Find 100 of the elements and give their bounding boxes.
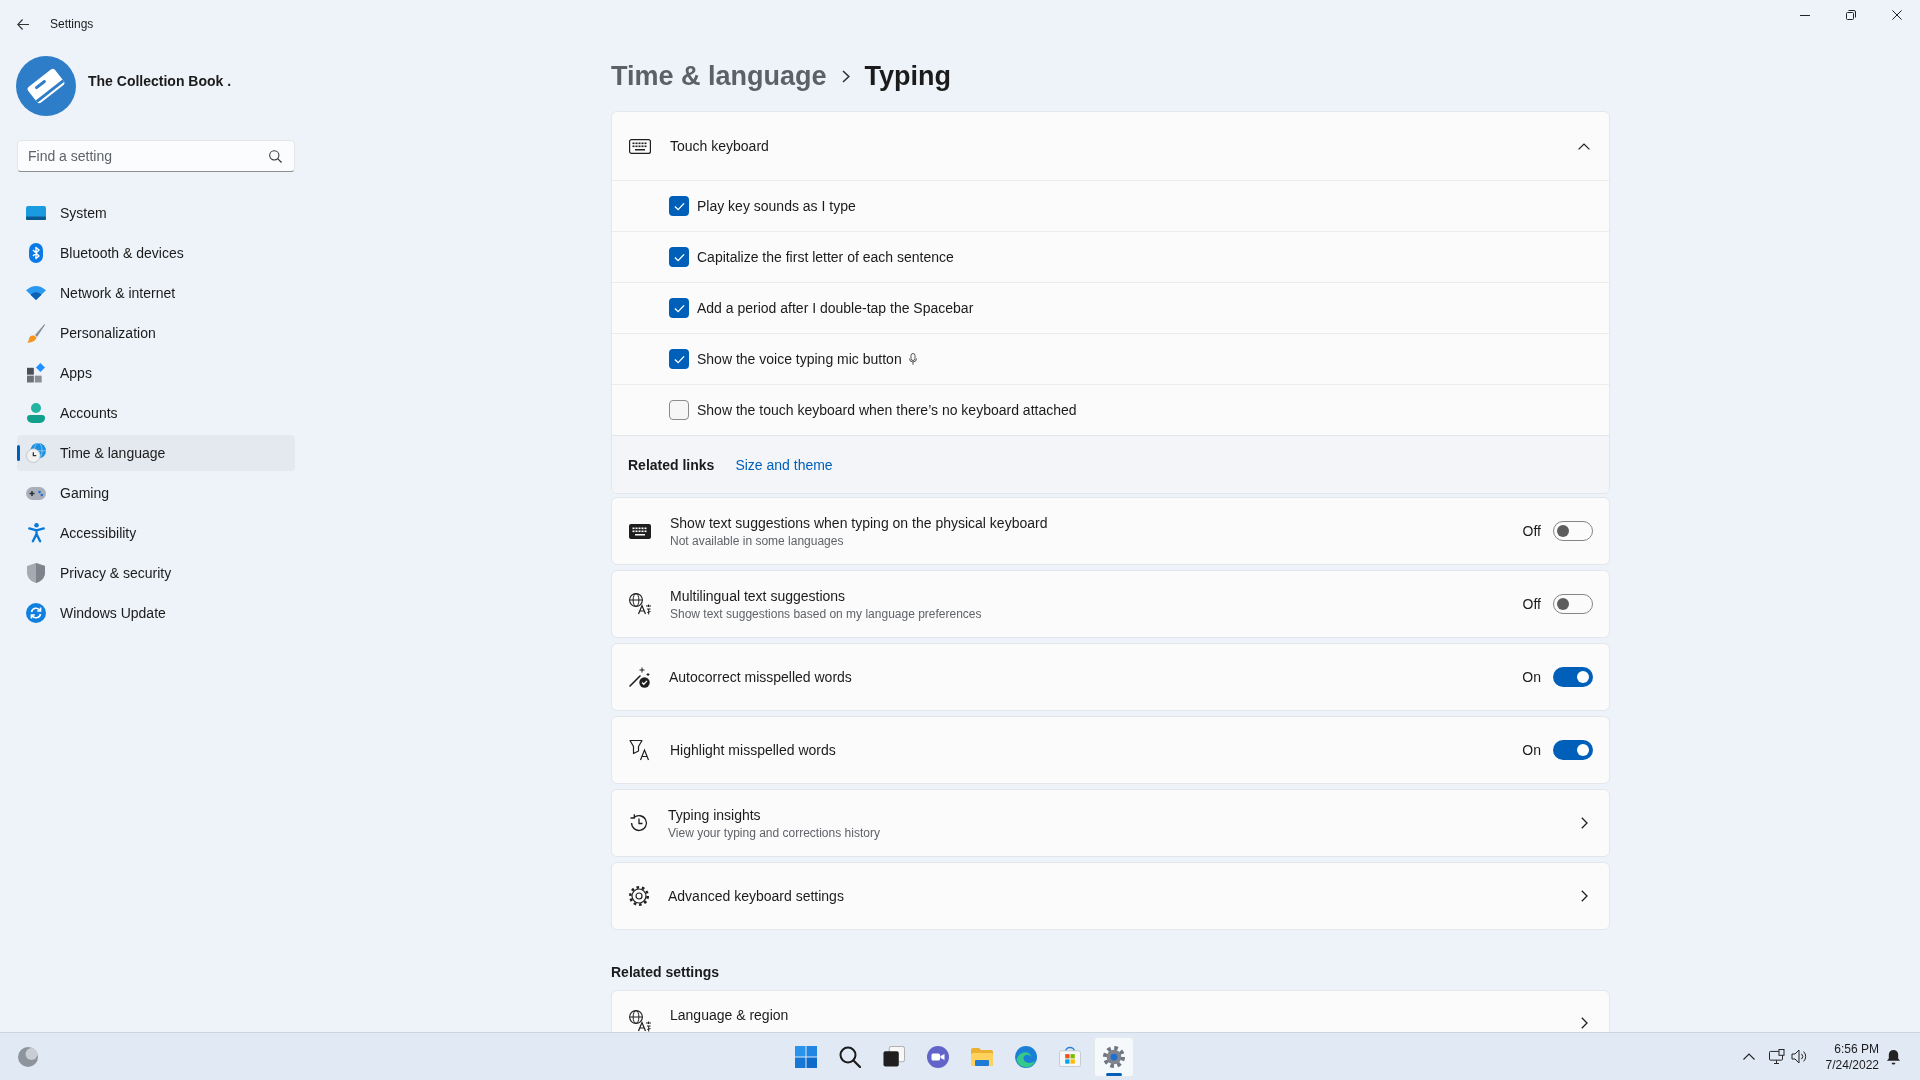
person-icon [27, 403, 45, 423]
chevron-up-icon[interactable] [1742, 1053, 1755, 1060]
setting-title: Typing insights [668, 805, 762, 824]
refresh-icon [26, 603, 46, 623]
book-avatar-icon [16, 56, 76, 116]
checkbox[interactable] [669, 196, 689, 216]
breadcrumb-link[interactable]: Time & language [611, 60, 827, 92]
restore-icon[interactable] [1846, 10, 1856, 20]
nav-item[interactable]: Accessibility [17, 515, 295, 551]
four-squares-icon [795, 1045, 817, 1068]
gamepad-icon [26, 486, 46, 500]
globe-language-icon [629, 593, 651, 615]
toggle-state-label: Off [1522, 523, 1541, 539]
back-arrow-icon[interactable] [17, 18, 29, 30]
folder-icon [971, 1047, 993, 1066]
chevron-right-icon [1581, 1017, 1588, 1029]
checkbox-label: Show the touch keyboard when there’s no keyboard attached [697, 402, 1077, 418]
setting-title: Show text suggestions when typing on the physical keyboard [670, 513, 1049, 532]
toggle-switch[interactable] [1553, 667, 1593, 687]
wifi-icon [26, 286, 46, 300]
setting-title: Language & region [670, 1006, 790, 1024]
setting-description: View your typing and corrections history [668, 824, 881, 841]
setting-description: Show text suggestions based on my language preferences [670, 605, 983, 622]
globe-language-icon [629, 1010, 651, 1032]
minimize-icon[interactable] [1800, 14, 1810, 16]
setting-title: Autocorrect misspelled words [669, 668, 853, 686]
bell-icon[interactable] [1886, 1048, 1901, 1065]
swirl-icon [1015, 1045, 1037, 1068]
checkmark-icon [673, 354, 685, 364]
bluetooth-icon [29, 243, 43, 263]
toggle-state-label: On [1522, 742, 1541, 758]
checkmark-icon [673, 303, 685, 313]
chevron-right-icon [1581, 817, 1588, 829]
checkbox-label: Play key sounds as I type [697, 198, 856, 214]
nav-item[interactable]: Accounts [17, 395, 295, 431]
setting-card[interactable]: Advanced keyboard settings [611, 862, 1610, 930]
setting-title: Highlight misspelled words [670, 741, 837, 759]
expander-title: Touch keyboard [670, 137, 770, 155]
selection-indicator [17, 445, 20, 461]
checkbox[interactable] [669, 247, 689, 267]
page-title: Typing [864, 60, 952, 92]
monitor-icon [26, 206, 46, 220]
highlighter-icon [629, 739, 651, 761]
window-title: Settings [50, 17, 94, 31]
checkbox[interactable] [669, 400, 689, 420]
video-chat-icon [927, 1045, 949, 1068]
toggle-switch[interactable] [1553, 740, 1593, 760]
app-tiles-icon [27, 363, 45, 383]
clock-time[interactable]: 6:56 PM [1834, 1040, 1879, 1057]
nav-item[interactable]: Windows Update [17, 595, 295, 631]
setting-card[interactable]: Language & region [611, 990, 1610, 1032]
globe-clock-icon [26, 443, 46, 463]
nav-item[interactable]: Personalization [17, 315, 295, 351]
setting-card[interactable]: Typing insights View your typing and corrections history [611, 789, 1610, 857]
keyboard-icon [629, 138, 651, 154]
search-icon [839, 1045, 861, 1068]
history-icon [629, 813, 649, 833]
stacked-squares-icon [883, 1046, 905, 1067]
nav-item[interactable]: Privacy & security [17, 555, 295, 591]
nav-item[interactable]: System [17, 195, 295, 231]
speaker-icon[interactable] [1790, 1049, 1807, 1064]
toggle-state-label: On [1522, 669, 1541, 685]
gear-icon [1103, 1045, 1125, 1068]
search-icon[interactable] [269, 150, 282, 163]
checkbox-label: Show the voice typing mic button [697, 351, 902, 367]
toggle-state-label: Off [1522, 596, 1541, 612]
checkbox-label: Capitalize the first letter of each sentence [697, 249, 954, 265]
search-field[interactable]: Find a setting [17, 140, 295, 172]
monitor-icon[interactable] [1768, 1049, 1785, 1064]
checkbox[interactable] [669, 349, 689, 369]
gear-icon [629, 886, 649, 906]
nav-item[interactable]: Network & internet [17, 275, 295, 311]
checkbox-label: Add a period after I double-tap the Spacebar [697, 300, 974, 316]
checkbox[interactable] [669, 298, 689, 318]
microphone-icon [908, 353, 917, 365]
nav-item[interactable]: Gaming [17, 475, 295, 511]
setting-title: Advanced keyboard settings [668, 887, 845, 905]
checkmark-icon [673, 201, 685, 211]
wand-check-icon [629, 666, 650, 688]
related-link[interactable]: Size and theme [735, 456, 833, 473]
setting-description: Not available in some languages [670, 532, 845, 549]
checkmark-icon [673, 252, 685, 262]
chevron-right-icon [841, 69, 850, 83]
account-name: The Collection Book . [88, 73, 232, 89]
nav-item[interactable]: Time & language [17, 435, 295, 471]
setting-title: Multilingual text suggestions [670, 586, 847, 605]
chevron-right-icon [1581, 890, 1588, 902]
nav-item[interactable]: Bluetooth & devices [17, 235, 295, 271]
shopping-bag-icon [1059, 1046, 1081, 1067]
active-indicator [1106, 1072, 1122, 1076]
chevron-up-icon[interactable] [1578, 142, 1590, 150]
section-heading: Related settings [611, 963, 721, 982]
accessibility-icon [27, 523, 45, 543]
clock-date[interactable]: 7/24/2022 [1825, 1056, 1879, 1073]
related-links-label: Related links [628, 456, 715, 473]
shield-icon [27, 563, 45, 583]
nav-item[interactable]: Apps [17, 355, 295, 391]
close-icon[interactable] [1892, 10, 1902, 20]
paintbrush-icon [27, 323, 45, 343]
keyboard-icon [629, 523, 651, 539]
